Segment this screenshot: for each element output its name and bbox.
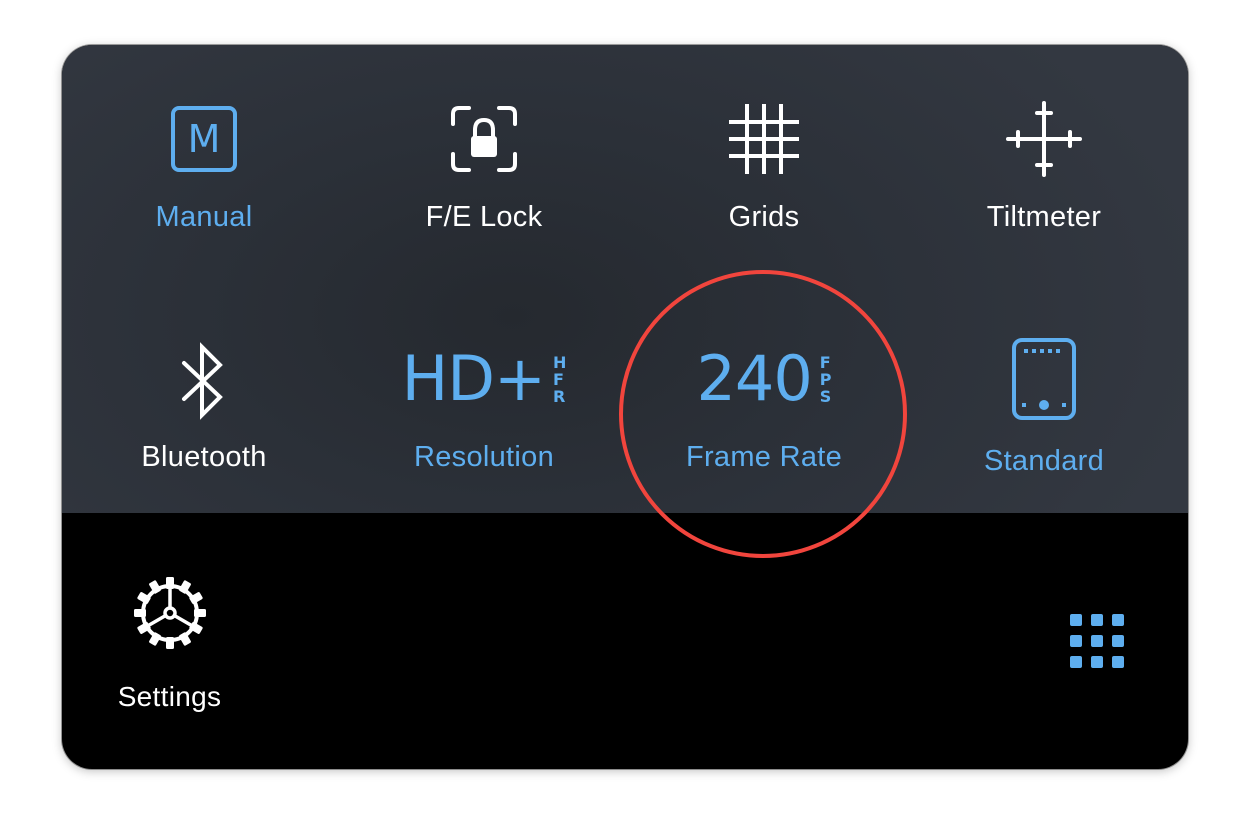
resolution-label: Resolution xyxy=(413,441,555,473)
resolution-value: HD+ H F R xyxy=(364,339,604,419)
resolution-tile[interactable]: HD+ H F R Resolution xyxy=(364,335,604,525)
svg-text:M: M xyxy=(188,117,221,161)
tiltmeter-tile[interactable]: Tiltmeter xyxy=(924,95,1164,285)
frame-rate-badge: F P S xyxy=(819,352,832,406)
apps-grid-icon[interactable] xyxy=(1068,612,1128,672)
frame-rate-label: Frame Rate xyxy=(685,441,843,473)
crosshair-icon xyxy=(924,99,1164,179)
manual-mode-icon: M xyxy=(84,99,324,179)
frame-rate-value: 240 F P S xyxy=(644,339,884,419)
bluetooth-label: Bluetooth xyxy=(141,441,267,473)
frame-rate-main: 240 xyxy=(696,342,812,415)
quick-controls-area: M Manual F/E Lock Grids Tiltmeter Blueto… xyxy=(62,45,1188,513)
standard-tile[interactable]: Standard xyxy=(924,335,1164,525)
standard-label: Standard xyxy=(983,445,1105,477)
manual-tile[interactable]: M Manual xyxy=(84,95,324,285)
tiltmeter-label: Tiltmeter xyxy=(986,201,1102,233)
frame-rate-tile[interactable]: 240 F P S Frame Rate xyxy=(644,335,884,525)
resolution-main: HD+ xyxy=(401,342,546,415)
gear-icon xyxy=(130,573,210,653)
settings-label: Settings xyxy=(117,681,222,712)
fe-lock-label: F/E Lock xyxy=(425,201,543,233)
fe-lock-tile[interactable]: F/E Lock xyxy=(364,95,604,285)
grid-icon xyxy=(644,99,884,179)
device-frame-icon xyxy=(924,337,1164,421)
lock-icon xyxy=(364,99,604,179)
bluetooth-tile[interactable]: Bluetooth xyxy=(84,335,324,525)
grids-tile[interactable]: Grids xyxy=(644,95,884,285)
settings-button[interactable]: Settings xyxy=(102,573,237,723)
grids-label: Grids xyxy=(728,201,800,233)
control-panel: M Manual F/E Lock Grids Tiltmeter Blueto… xyxy=(62,45,1188,769)
resolution-badge: H F R xyxy=(552,352,567,406)
manual-label: Manual xyxy=(155,201,253,233)
bluetooth-icon xyxy=(84,341,324,421)
